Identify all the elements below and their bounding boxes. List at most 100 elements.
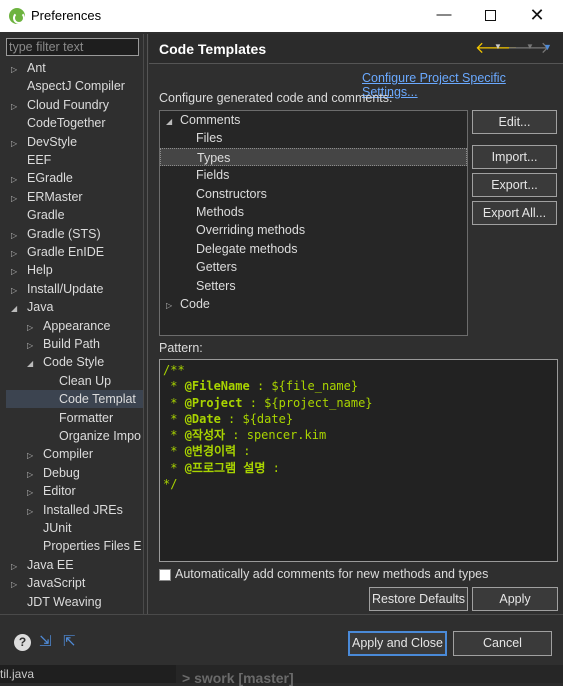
apply-and-close-button[interactable]: Apply and Close — [348, 631, 447, 656]
template-item[interactable]: Types — [160, 147, 467, 166]
tree-item[interactable]: JDT Weaving — [11, 593, 102, 611]
expand-arrow-icon[interactable]: ▷ — [27, 484, 37, 502]
tree-item[interactable]: ▷ Installed JREs — [27, 501, 123, 519]
tree-item[interactable]: EEF — [11, 151, 51, 169]
expand-arrow-icon[interactable]: ▷ — [11, 263, 21, 281]
close-button[interactable]: ✕ — [514, 0, 560, 32]
template-item-label: Setters — [196, 278, 236, 293]
tree-item-label: Editor — [43, 484, 76, 499]
expand-arrow-icon[interactable]: ▷ — [27, 447, 37, 465]
tree-item[interactable]: ◢ Code Style — [27, 353, 104, 371]
template-item-label: Delegate methods — [196, 241, 298, 256]
expand-arrow-icon[interactable]: ▷ — [27, 503, 37, 521]
auto-comments-checkbox[interactable] — [159, 569, 171, 581]
expand-arrow-icon[interactable]: ▷ — [27, 466, 37, 484]
tree-item[interactable]: Properties Files E — [27, 537, 142, 555]
collapse-arrow-icon[interactable]: ◢ — [27, 355, 37, 373]
expand-arrow-icon[interactable]: ▷ — [11, 282, 21, 300]
collapse-arrow-icon[interactable]: ◢ — [166, 113, 176, 131]
help-icon[interactable]: ? — [14, 634, 31, 651]
tree-item[interactable]: JUnit — [27, 519, 71, 537]
tree-item[interactable]: ▷ Appearance — [27, 317, 110, 335]
tree-item[interactable]: ▷ ERMaster — [11, 188, 83, 206]
tree-item[interactable]: ▷ Editor — [27, 482, 76, 500]
template-tree[interactable]: ◢ Comments Files Types Fields Constructors Met… — [159, 110, 468, 336]
tree-item[interactable]: ▷ Ant — [11, 59, 46, 77]
restore-defaults-button[interactable]: Restore Defaults — [369, 587, 468, 611]
tree-item[interactable]: ▷ Cloud Foundry — [11, 96, 109, 114]
apply-button[interactable]: Apply — [472, 587, 558, 611]
template-item-label: Overriding methods — [196, 223, 306, 238]
template-item[interactable]: ◢ Comments — [160, 111, 467, 129]
back-history-dropdown-icon[interactable]: ▼ — [494, 42, 502, 51]
tree-item[interactable]: Code Templat — [6, 390, 143, 409]
tree-item[interactable]: ▷ Gradle EnIDE — [11, 243, 104, 261]
template-item[interactable]: Getters — [160, 258, 467, 276]
preferences-window: Preferences — ✕ type filter text ▷ Ant Asp… — [0, 0, 563, 686]
expand-arrow-icon[interactable]: ▷ — [11, 135, 21, 153]
tree-item[interactable]: ▷ Build Path — [27, 335, 100, 353]
export-preferences-icon[interactable]: ⇱ — [63, 633, 81, 651]
filter-input[interactable]: type filter text — [6, 38, 139, 56]
template-item-label: Files — [196, 131, 223, 146]
tree-item-label: Clean Up — [59, 373, 112, 388]
template-item[interactable]: Delegate methods — [160, 240, 467, 258]
tree-item[interactable]: ▷ Java EE — [11, 556, 74, 574]
cancel-button[interactable]: Cancel — [453, 631, 552, 656]
expand-arrow-icon[interactable]: ▷ — [11, 576, 21, 594]
tree-item[interactable]: CodeTogether — [11, 114, 106, 132]
tree-item[interactable]: Formatter — [43, 409, 113, 427]
expand-arrow-icon[interactable]: ▷ — [11, 558, 21, 576]
tree-item[interactable]: ▷ DevStyle — [11, 133, 77, 151]
view-menu-icon[interactable]: ▼ — [543, 42, 552, 52]
import-button[interactable]: Import... — [472, 145, 557, 169]
import-preferences-icon[interactable]: ⇲ — [39, 633, 57, 651]
tree-item[interactable]: Organize Impo — [43, 427, 141, 445]
tree-item-label: CodeTogether — [27, 116, 106, 131]
template-item[interactable]: Fields — [160, 166, 467, 184]
background-editor-strip: til.java > swork [master] — [0, 665, 563, 686]
collapse-arrow-icon[interactable]: ◢ — [11, 300, 21, 318]
expand-arrow-icon[interactable]: ▷ — [11, 171, 21, 189]
minimize-button[interactable]: — — [421, 0, 467, 32]
template-item[interactable]: Overriding methods — [160, 221, 467, 239]
expand-arrow-icon[interactable]: ▷ — [11, 98, 21, 116]
forward-history-dropdown-icon[interactable]: ▼ — [526, 42, 534, 51]
tree-item[interactable]: ▷ Compiler — [27, 445, 93, 463]
expand-arrow-icon[interactable]: ▷ — [166, 297, 176, 315]
template-item[interactable]: Setters — [160, 277, 467, 295]
expand-arrow-icon[interactable]: ▷ — [11, 245, 21, 263]
expand-arrow-icon[interactable]: ▷ — [11, 227, 21, 245]
expand-arrow-icon[interactable]: ▷ — [11, 61, 21, 79]
tree-item[interactable]: ◢ Java — [11, 298, 53, 316]
template-item[interactable]: Constructors — [160, 185, 467, 203]
tree-item[interactable]: ▷ Install/Update — [11, 280, 103, 298]
tree-item[interactable]: Gradle — [11, 206, 65, 224]
maximize-button[interactable] — [467, 0, 513, 32]
tree-item[interactable]: ▷ JavaScript — [11, 574, 85, 592]
template-item[interactable]: Methods — [160, 203, 467, 221]
expand-arrow-icon[interactable]: ▷ — [27, 337, 37, 355]
export-all-button[interactable]: Export All... — [472, 201, 557, 225]
expand-arrow-icon[interactable]: ▷ — [27, 319, 37, 337]
export-button[interactable]: Export... — [472, 173, 557, 197]
auto-comments-label[interactable]: Automatically add comments for new metho… — [175, 567, 488, 581]
tree-item-label: Properties Files E — [43, 539, 142, 554]
tree-item-label: Organize Impo — [59, 429, 141, 443]
tree-item[interactable]: ▷ Gradle (STS) — [11, 225, 101, 243]
tree-item[interactable]: AspectJ Compiler — [11, 77, 125, 95]
template-item[interactable]: Files — [160, 129, 467, 147]
template-item[interactable]: ▷ Code — [160, 295, 467, 313]
tree-item[interactable]: ▷ EGradle — [11, 169, 73, 187]
tree-item-label: Appearance — [43, 318, 111, 333]
tree-item-label: JDT Weaving — [27, 594, 102, 609]
expand-arrow-icon[interactable]: ▷ — [11, 190, 21, 208]
sash-handle[interactable] — [147, 34, 148, 614]
edit-button[interactable]: Edit... — [472, 110, 557, 134]
tree-item[interactable]: ▷ Help — [11, 261, 53, 279]
tree-item[interactable]: ▷ Debug — [27, 464, 80, 482]
template-item-label: Fields — [196, 168, 230, 183]
tree-item[interactable]: Clean Up — [43, 372, 111, 390]
pattern-editor[interactable]: /** * @FileName : ${file_name} * @Projec… — [159, 359, 558, 562]
page-title: Code Templates — [159, 41, 267, 57]
